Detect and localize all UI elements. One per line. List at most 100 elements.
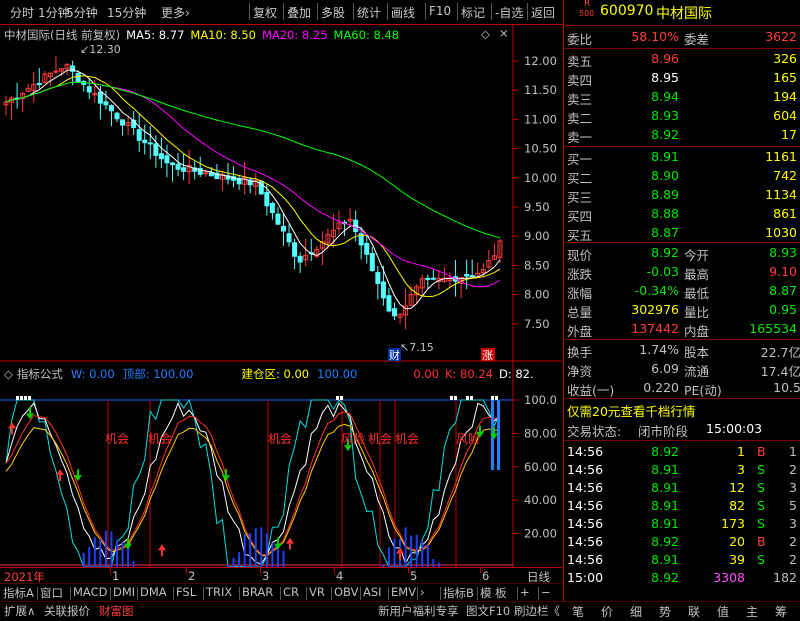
current-bar [497,400,500,470]
ask-row[interactable]: 卖三 8.94 194 [564,88,800,107]
ask-row[interactable]: 卖四 8.95 165 [564,69,800,88]
settings-diamond-icon[interactable]: ◇ [481,27,490,41]
tick-volume: 1 [737,444,745,459]
month-label: 6 [482,569,490,583]
finance-mark[interactable]: 财 [389,348,400,362]
bid-volume: 861 [773,206,797,221]
side-tab-5[interactable]: 值 [717,603,729,620]
signal-arrow-up [56,469,64,476]
volume-bar [404,527,407,567]
volume-bar [243,534,246,567]
side-tab-1[interactable]: 价 [601,603,613,620]
signal-annotation: 风险 [341,431,365,446]
bid-row[interactable]: 买一 8.91 1161 [564,148,800,167]
candle-body [269,202,275,214]
period-tab-2[interactable]: 5分钟 [66,4,98,21]
kline-chart-area[interactable]: 12.00 11.50 11.00 10.50 10.00 9.50 9.00 8.50 8.0… [0,25,562,570]
ask-row[interactable]: 卖二 8.93 604 [564,107,800,126]
status-left-2[interactable]: 财富图 [99,603,134,619]
indicator-tab-9[interactable]: VR [309,585,325,599]
ask-row[interactable]: 卖一 8.92 17 [564,126,800,145]
kline-chart-svg[interactable]: 12.00 11.50 11.00 10.50 10.00 9.50 9.00 8.50 8.0… [0,25,562,570]
status-mid-2[interactable]: 刷边栏《 [514,603,560,619]
promo-row[interactable]: 仅需20元查看千档行情 [564,400,800,420]
top-marker [454,396,457,400]
indicator-tab-4[interactable]: DMA [140,585,167,599]
side-tab-3[interactable]: 势 [659,603,671,620]
ask-row[interactable]: 卖五 8.96 326 [564,50,800,69]
ask-price: 8.95 [651,70,679,85]
indicator-tab-11[interactable]: ASI [363,585,382,599]
volume-bar [110,531,113,567]
volume-bar [238,552,241,567]
tab-separator [360,587,361,600]
toolbar-button-7[interactable]: -自选 [495,4,523,21]
indicator-tab-6[interactable]: TRIX [206,585,232,599]
volume-bar [432,558,435,567]
bid-row[interactable]: 买二 8.90 742 [564,167,800,186]
volume-bar [415,534,418,567]
toolbar-button-0[interactable]: 复权 [253,4,277,21]
promo-text[interactable]: 仅需20元查看千档行情 [567,401,695,420]
tick-volume: 39 [729,552,745,567]
side-tab-6[interactable]: 主 [746,603,758,620]
tick-direction: S [757,480,765,495]
stock-code: 600970 [600,3,654,19]
price-label: 12.00 [524,54,557,68]
divider [564,339,800,340]
bid-row[interactable]: 买三 8.89 1134 [564,186,800,205]
indicator-tab-12[interactable]: EMV [391,585,416,599]
bid-row[interactable]: 买五 8.87 1030 [564,224,800,243]
fund-label: PE(动) [684,383,722,398]
toolbar-button-1[interactable]: 叠加 [287,4,311,21]
candle-body [136,129,142,141]
indicator-tab-16[interactable]: + [520,585,530,599]
indicator-tab-10[interactable]: OBV [334,585,358,599]
candle-body [297,255,303,263]
bid-price: 8.91 [651,149,679,164]
main-chart-legend: 中材国际(日线 前复权) MA5: 8.77 MA10: 8.50 MA20: 8.2… [4,26,509,43]
toolbar-button-5[interactable]: F10 [429,4,451,18]
volume-bar [93,537,96,567]
indicator-tab-2[interactable]: MACD [73,585,107,599]
toolbar-button-8[interactable]: 返回 [531,4,555,21]
status-mid-1[interactable]: 图文F10 [466,603,510,619]
period-tab-0[interactable]: 分时 [10,4,34,21]
toolbar-button-2[interactable]: 多股 [321,4,345,21]
indicator-tab-15[interactable]: 模 板 [480,585,507,601]
close-icon[interactable]: × [499,26,509,40]
indicator-tab-17[interactable]: − [541,585,551,599]
tab-separator [37,587,38,600]
indicator-toggle-icon[interactable]: ◇ [4,367,13,381]
side-tab-4[interactable]: 联 [688,603,700,620]
indicator-tab-0[interactable]: 指标A [3,585,34,601]
indicator-tab-1[interactable]: 窗口 [40,585,63,601]
ask-label: 卖五 [567,54,593,69]
indicator-tab-14[interactable]: 指标B [443,585,474,601]
period-tab-4[interactable]: 更多› [161,4,190,21]
period-tab-3[interactable]: 15分钟 [107,4,146,21]
status-left-0[interactable]: 扩展∧ [4,603,35,619]
bid-row[interactable]: 买四 8.88 861 [564,205,800,224]
tab-separator [70,587,71,600]
limit-mark[interactable]: 涨 [482,349,493,362]
side-tab-0[interactable]: 笔 [572,603,584,620]
tab-separator [203,587,204,600]
toolbar-button-4[interactable]: 画线 [391,4,415,21]
tick-price: 8.91 [651,516,679,531]
side-tab-2[interactable]: 细 [630,603,642,620]
status-left-1[interactable]: 关联报价 [44,603,90,619]
indicator-tab-5[interactable]: FSL [176,585,196,599]
indicator-tab-8[interactable]: CR [283,585,299,599]
toolbar-button-6[interactable]: 标记 [461,4,485,21]
status-mid-0[interactable]: 新用户福利专享 [378,603,459,619]
stat-value: 137442 [631,321,679,336]
side-tab-7[interactable]: 筹 [775,603,787,620]
indicator-tab-13[interactable]: › [420,585,425,599]
tick-price: 8.91 [651,552,679,567]
period-tab-1[interactable]: 1分钟 [38,4,70,21]
indicator-tab-7[interactable]: BRAR [242,585,273,599]
month-label: 2 [188,569,196,583]
indicator-tab-3[interactable]: DMI [113,585,135,599]
toolbar-button-3[interactable]: 统计 [357,4,381,21]
